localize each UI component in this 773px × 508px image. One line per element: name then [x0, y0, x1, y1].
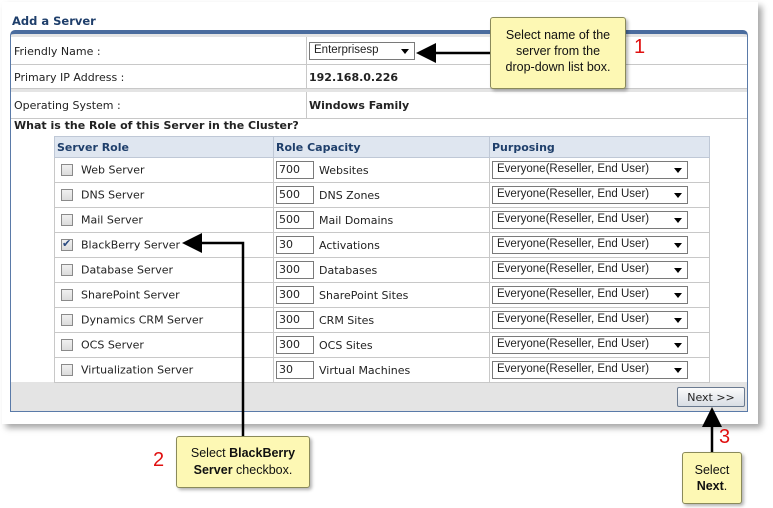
arrow-to-blackberry [182, 233, 245, 436]
annotation-arrows [182, 43, 722, 452]
